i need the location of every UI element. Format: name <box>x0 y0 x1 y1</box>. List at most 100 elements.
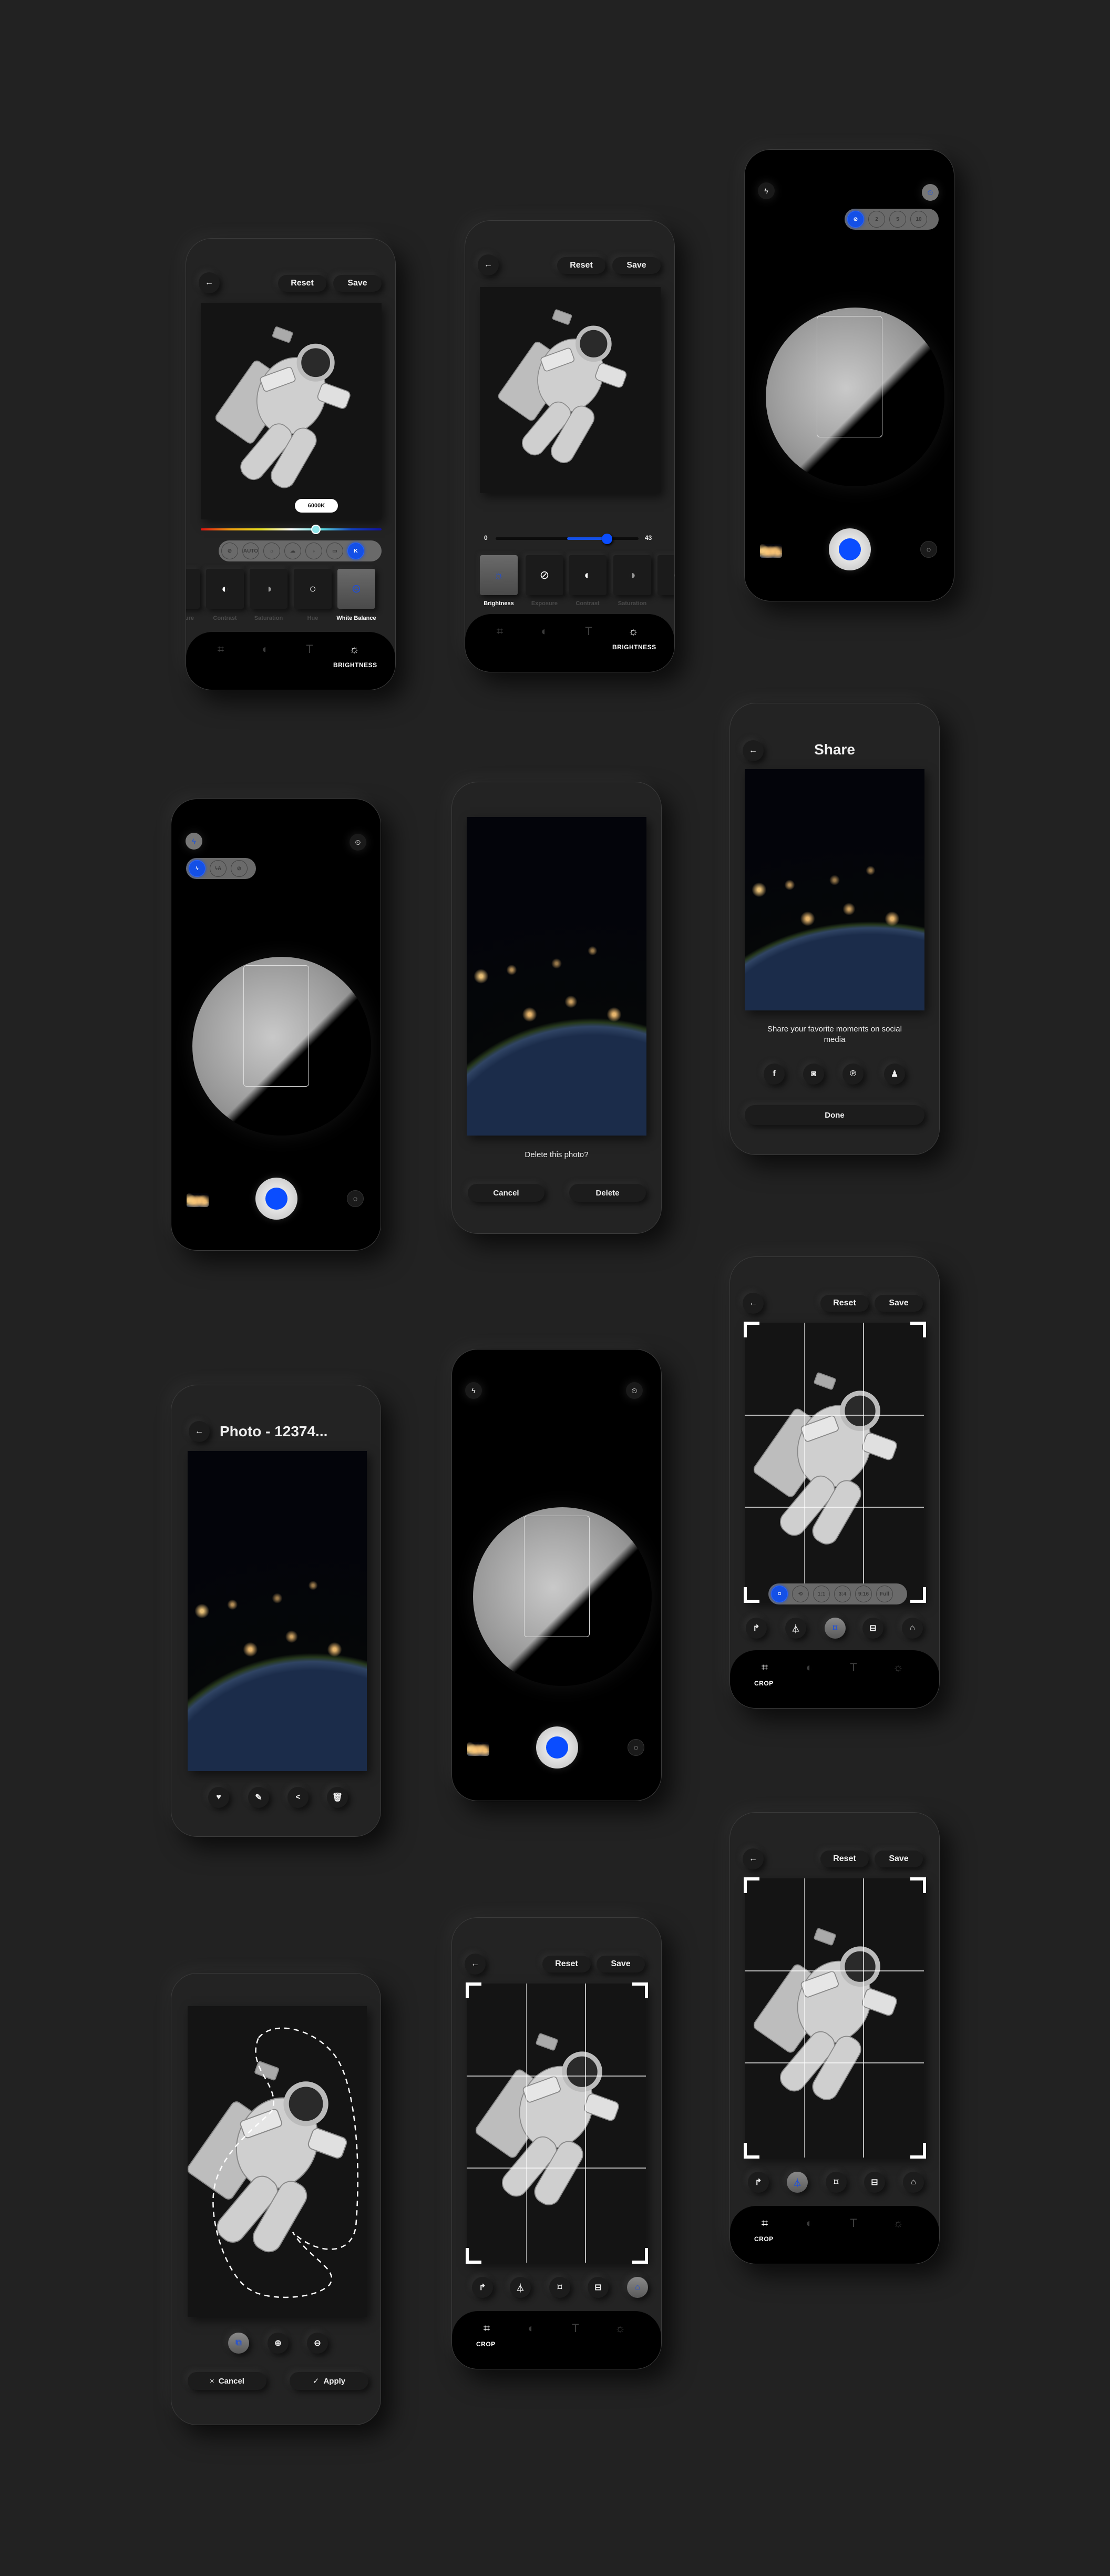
fit-icon[interactable]: ⊟ <box>862 1618 883 1639</box>
reset-button[interactable]: Reset <box>278 275 326 292</box>
temperature-slider[interactable] <box>201 528 382 530</box>
crop-handle-top-left[interactable] <box>744 1322 759 1337</box>
fit-icon[interactable]: ⊟ <box>864 2172 885 2193</box>
crop-handle-bottom-left[interactable] <box>744 2143 759 2159</box>
free-crop-icon[interactable]: ⌑ <box>826 2172 847 2193</box>
switch-camera-icon[interactable]: ◌ <box>347 1190 364 1207</box>
background-icon[interactable]: ⌂ <box>902 1618 923 1639</box>
crop-icon[interactable]: ⌗ <box>471 2322 502 2335</box>
reset-button[interactable]: Reset <box>820 1295 869 1312</box>
save-button[interactable]: Save <box>612 257 661 274</box>
subtract-selection-icon[interactable]: ⊖ <box>307 2333 328 2354</box>
gallery-thumbnail[interactable] <box>760 544 782 558</box>
brightness-icon[interactable]: ☼ <box>338 642 370 656</box>
fit-icon[interactable]: ⊟ <box>588 2277 609 2298</box>
save-button[interactable]: Save <box>333 275 382 292</box>
contrast-icon[interactable]: ◐ <box>794 2216 825 2230</box>
ratio-1-1[interactable]: 1:1 <box>813 1586 830 1602</box>
back-button[interactable]: ← <box>743 1848 764 1869</box>
crop-icon[interactable]: ⌗ <box>749 2216 780 2230</box>
reset-button[interactable]: Reset <box>542 1956 591 1972</box>
apply-button[interactable]: ✓ Apply <box>290 2372 368 2390</box>
rotate-icon[interactable]: ↱ <box>472 2277 493 2298</box>
tool-hue[interactable]: ○ <box>294 569 332 609</box>
share-icon[interactable]: < <box>287 1787 309 1808</box>
tool-white-balance[interactable]: ⊜ <box>337 569 375 609</box>
contrast-icon[interactable]: ◐ <box>516 2322 547 2335</box>
gallery-thumbnail[interactable] <box>467 1742 489 1756</box>
instagram-icon[interactable]: ◙ <box>803 1064 824 1085</box>
cancel-button[interactable]: Cancel <box>468 1184 544 1202</box>
flip-icon[interactable]: ⏃ <box>785 1618 806 1639</box>
background-icon[interactable]: ⌂ <box>903 2172 924 2193</box>
brightness-icon[interactable]: ☼ <box>604 2322 636 2335</box>
free-crop-icon[interactable]: ⌑ <box>825 1618 846 1639</box>
timer-5-option[interactable]: 5 <box>889 211 906 228</box>
crop-handle-bottom-left[interactable] <box>744 1587 759 1603</box>
crop-icon[interactable]: ⌗ <box>484 625 516 638</box>
gallery-thumbnail[interactable] <box>187 1193 209 1207</box>
ratio-9-16[interactable]: 9:16 <box>855 1586 872 1602</box>
delete-button[interactable]: Delete <box>569 1184 646 1202</box>
back-button[interactable]: ← <box>465 1954 486 1975</box>
tool-saturation[interactable]: ◑ <box>613 555 651 595</box>
crop-handle-top-right[interactable] <box>632 1982 648 1998</box>
free-crop-icon[interactable]: ⌑ <box>549 2277 570 2298</box>
edit-image-icon[interactable]: ✎ <box>248 1787 269 1808</box>
shutter-button[interactable] <box>829 528 871 570</box>
background-icon[interactable]: ⌂ <box>627 2277 648 2298</box>
text-icon[interactable]: T <box>838 1661 869 1674</box>
text-icon[interactable]: T <box>294 642 325 656</box>
brightness-icon[interactable]: ☼ <box>882 1661 914 1674</box>
flip-icon[interactable]: ⏃ <box>787 2172 808 2193</box>
crop-handle-top-left[interactable] <box>466 1982 481 1998</box>
kelvin-option[interactable]: K <box>347 543 364 559</box>
temperature-slider-thumb[interactable] <box>311 525 321 534</box>
crop-handle-top-right[interactable] <box>910 1322 926 1337</box>
contrast-icon[interactable]: ◐ <box>250 642 281 656</box>
crop-handle-top-right[interactable] <box>910 1877 926 1893</box>
timer-2-option[interactable]: 2 <box>868 211 885 228</box>
tool-contrast[interactable]: ◐ <box>569 555 607 595</box>
bulb-icon[interactable]: ♁ <box>305 543 322 559</box>
sun-icon[interactable]: ☼ <box>263 543 280 559</box>
brightness-icon[interactable]: ☼ <box>882 2216 914 2230</box>
auto-option[interactable]: AUTO <box>242 543 259 559</box>
text-icon[interactable]: T <box>838 2216 869 2230</box>
ratio-full[interactable]: Full <box>876 1586 893 1602</box>
save-button[interactable]: Save <box>875 1851 923 1867</box>
crop-handle-top-left[interactable] <box>744 1877 759 1893</box>
heart-icon[interactable]: ♥ <box>208 1787 229 1808</box>
trash-icon[interactable]: 🗑 <box>327 1787 348 1808</box>
back-button[interactable]: ← <box>478 254 499 275</box>
tool-contrast[interactable]: ◐ <box>206 569 244 609</box>
add-selection-icon[interactable]: ⊕ <box>268 2333 289 2354</box>
crop-icon[interactable]: ⌗ <box>749 1661 780 1674</box>
cloud-icon[interactable]: ☁ <box>284 543 301 559</box>
back-button[interactable]: ← <box>189 1421 210 1442</box>
save-button[interactable]: Save <box>875 1295 923 1312</box>
text-icon[interactable]: T <box>573 625 604 638</box>
rotate-icon[interactable]: ↱ <box>746 1618 767 1639</box>
rotate-icon[interactable]: ↱ <box>748 2172 769 2193</box>
snapchat-icon[interactable]: ♟ <box>884 1064 905 1085</box>
crop-area[interactable] <box>745 1878 924 2158</box>
save-button[interactable]: Save <box>597 1956 645 1972</box>
switch-camera-icon[interactable]: ◌ <box>920 541 937 558</box>
fluorescent-icon[interactable]: ▭ <box>326 543 343 559</box>
flash-icon[interactable]: ϟ <box>758 182 775 199</box>
flash-icon[interactable]: ϟ <box>186 833 202 850</box>
timer-off-icon[interactable]: ⊘ <box>847 211 864 228</box>
crop-icon[interactable]: ⌗ <box>205 642 237 656</box>
ratio-3-4[interactable]: 3:4 <box>834 1586 851 1602</box>
back-button[interactable]: ← <box>743 1293 764 1314</box>
contrast-icon[interactable]: ◐ <box>529 625 560 638</box>
crop-handle-bottom-right[interactable] <box>910 2143 926 2159</box>
brightness-slider-thumb[interactable] <box>602 534 612 544</box>
cancel-button[interactable]: × Cancel <box>188 2372 266 2390</box>
timer-icon[interactable]: ⏲ <box>350 834 366 851</box>
reset-button[interactable]: Reset <box>557 257 605 274</box>
flash-icon[interactable]: ϟ <box>465 1382 482 1399</box>
pinterest-icon[interactable]: ℗ <box>842 1064 864 1085</box>
done-button[interactable]: Done <box>745 1105 924 1125</box>
